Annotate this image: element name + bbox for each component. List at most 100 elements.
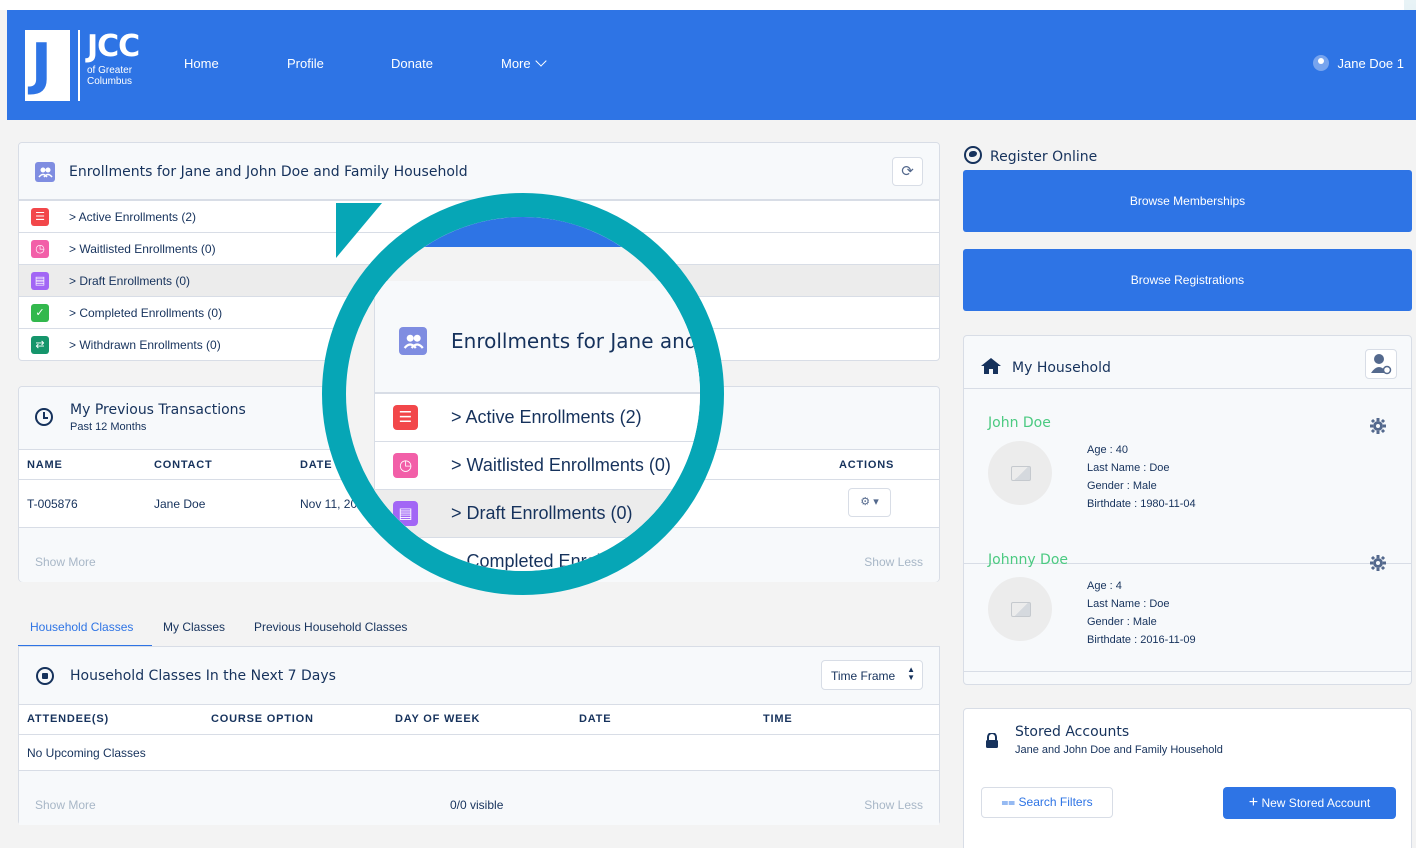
magnified-enrollments-header: Enrollments for Jane and John Doe and Fa… — [375, 281, 700, 393]
member-details: Age : 40 Last Name : Doe Gender : Male B… — [1087, 441, 1196, 513]
gear-icon: ⚙ — [860, 496, 871, 508]
browse-memberships-button[interactable]: Browse Memberships — [963, 170, 1412, 232]
nav-home[interactable]: Home — [184, 56, 219, 71]
magnified-area: Enrollments for Jane and John Doe and Fa… — [346, 217, 700, 571]
browse-registrations-label: Browse Registrations — [1130, 273, 1245, 287]
search-filters-button[interactable]: ⩵ Search Filters — [981, 787, 1113, 818]
list-icon: ☰ — [393, 405, 418, 430]
chevron-down-icon: ▾ — [873, 496, 879, 508]
register-title: Register Online — [990, 149, 1098, 165]
logo-subtitle-line-2: Columbus — [87, 76, 133, 87]
filter-icon: ⩵ — [1001, 795, 1016, 809]
logo-subtitle-line-1: of Greater — [87, 65, 133, 76]
classes-title: Household Classes In the Next 7 Days — [70, 668, 336, 684]
transactions-title: My Previous Transactions — [70, 402, 246, 418]
user-name: Jane Doe 1 — [1337, 55, 1405, 71]
withdraw-icon: ⇄ — [31, 336, 49, 354]
column-actions: ACTIONS — [839, 459, 895, 471]
chevron-down-icon — [534, 55, 547, 67]
enrollment-row-label: > Waitlisted Enrollments (0) — [69, 242, 216, 256]
stored-accounts-subtitle: Jane and John Doe and Family Household — [1015, 744, 1223, 756]
transaction-name[interactable]: T-005876 — [27, 497, 78, 511]
classes-header: Household Classes In the Next 7 Days Tim… — [19, 647, 939, 705]
magnifier-callout: Enrollments for Jane and John Doe and Fa… — [322, 193, 724, 595]
avatar — [988, 577, 1052, 641]
tab-my-classes[interactable]: My Classes — [163, 620, 225, 634]
clock-icon: ◷ — [31, 240, 49, 258]
member-age: Age : 4 — [1087, 580, 1122, 592]
gear-icon[interactable] — [1370, 418, 1386, 434]
browse-registrations-button[interactable]: Browse Registrations — [963, 249, 1412, 311]
check-icon: ✓ — [393, 549, 418, 571]
column-date: DATE — [300, 459, 333, 471]
member-name[interactable]: Johnny Doe — [988, 552, 1068, 568]
time-frame-select[interactable]: Time Frame ▲ ▼ — [821, 660, 923, 690]
row-actions-button[interactable]: ⚙ ▾ — [848, 488, 891, 517]
member-last-name: Last Name : Doe — [1087, 598, 1170, 610]
globe-icon — [964, 146, 982, 164]
transaction-contact: Jane Doe — [154, 497, 206, 511]
draft-icon: ▤ — [393, 501, 418, 526]
visible-count: 0/0 visible — [450, 798, 504, 812]
magnified-row-label: > Draft Enrollments (0) — [451, 503, 633, 523]
tab-previous-household-classes[interactable]: Previous Household Classes — [254, 620, 407, 634]
magnified-enrollments-title: Enrollments for Jane and John Doe and Fa… — [451, 329, 722, 353]
new-stored-account-label: New Stored Account — [1261, 796, 1371, 810]
no-classes-message: No Upcoming Classes — [27, 746, 146, 760]
column-day-of-week: DAY OF WEEK — [395, 713, 481, 725]
logo-box: J — [25, 30, 70, 101]
jcc-logo[interactable]: J JCC of Greater Columbus — [25, 30, 152, 101]
member-age: Age : 40 — [1087, 444, 1128, 456]
add-member-button[interactable] — [1365, 349, 1397, 379]
magnified-header-strip — [346, 217, 700, 247]
member-gender: Gender : Male — [1087, 616, 1157, 628]
tab-household-classes[interactable]: Household Classes — [30, 620, 133, 634]
magnified-row-label: > Waitlisted Enrollments (0) — [451, 455, 671, 475]
enrollment-row-label: > Active Enrollments (2) — [69, 210, 197, 224]
member-details: Age : 4 Last Name : Doe Gender : Male Bi… — [1087, 577, 1196, 649]
refresh-icon: ⟳ — [901, 163, 914, 180]
member-birthdate: Birthdate : 1980-11-04 — [1087, 498, 1196, 510]
search-filters-label: Search Filters — [1018, 795, 1093, 809]
member-name[interactable]: John Doe — [988, 415, 1051, 431]
enrollment-row-label: > Withdrawn Enrollments (0) — [69, 338, 221, 352]
nav-profile[interactable]: Profile — [287, 56, 324, 71]
check-icon: ✓ — [31, 304, 49, 322]
gear-icon[interactable] — [1370, 555, 1386, 571]
household-card: My Household John Doe Age : 40 Last Name… — [963, 335, 1412, 685]
logo-subtitle: of Greater Columbus — [87, 65, 132, 87]
enrollments-header: Enrollments for Jane and John Doe and Fa… — [19, 143, 939, 200]
household-header: My Household — [964, 336, 1411, 389]
new-stored-account-button[interactable]: + New Stored Account — [1223, 787, 1396, 819]
nav-more-label: More — [501, 56, 531, 71]
member-gender: Gender : Male — [1087, 480, 1157, 492]
list-icon: ☰ — [31, 208, 49, 226]
magnified-row-label: > Active Enrollments (2) — [451, 407, 642, 427]
user-avatar-icon — [1312, 55, 1329, 71]
show-less-link[interactable]: Show Less — [864, 555, 923, 569]
user-menu[interactable]: Jane Doe 1 — [1312, 55, 1405, 71]
clock-icon — [35, 408, 53, 426]
stored-accounts-card: Stored Accounts Jane and John Doe and Fa… — [963, 708, 1412, 848]
avatar — [988, 441, 1052, 505]
enrollments-title: Enrollments for Jane and John Doe and Fa… — [69, 164, 468, 180]
column-name: NAME — [27, 459, 63, 471]
classes-table-header: ATTENDEE(S) COURSE OPTION DAY OF WEEK DA… — [19, 705, 939, 735]
logo-divider — [78, 30, 80, 101]
magnified-row-label: > Completed Enrollments (0) — [451, 551, 681, 571]
top-strip — [0, 0, 1416, 10]
home-icon — [981, 358, 1001, 374]
nav-donate[interactable]: Donate — [391, 56, 433, 71]
transactions-subtitle: Past 12 Months — [70, 421, 147, 433]
refresh-button[interactable]: ⟳ — [892, 157, 923, 186]
column-attendees: ATTENDEE(S) — [27, 713, 109, 725]
show-less-link[interactable]: Show Less — [864, 798, 923, 812]
table-row: No Upcoming Classes — [19, 735, 939, 771]
magnified-row-waitlisted: ◷ > Waitlisted Enrollments (0) — [375, 441, 700, 489]
household-title: My Household — [1012, 360, 1111, 376]
show-more-link[interactable]: Show More — [35, 555, 96, 569]
column-contact: CONTACT — [154, 459, 213, 471]
plus-icon: + — [1248, 794, 1259, 811]
show-more-link[interactable]: Show More — [35, 798, 96, 812]
nav-more[interactable]: More — [501, 55, 547, 71]
